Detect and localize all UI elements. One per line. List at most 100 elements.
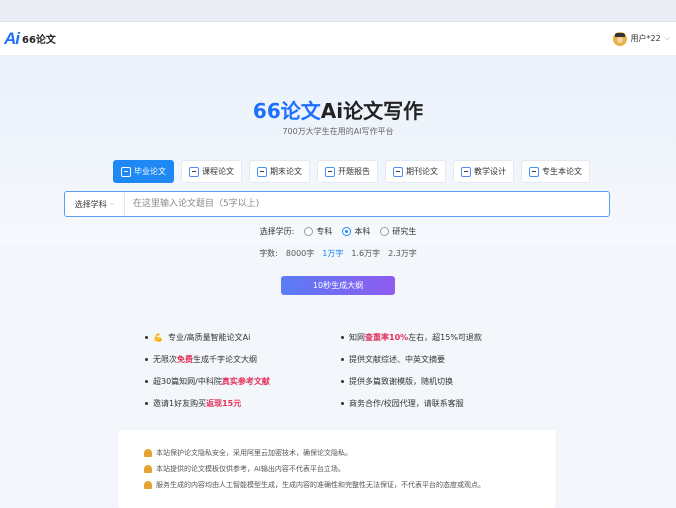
word-option-16000[interactable]: 1.6万字 [351,248,380,259]
bullet [341,402,344,405]
radio-label: 研究生 [392,227,417,236]
chevron-down-icon: ⌵ [664,34,670,42]
bullet [145,336,148,339]
tab-journal-paper[interactable]: 期刊论文 [385,160,446,183]
feature-text: 商务合作/校园代理，请联系客服 [349,399,464,408]
topic-input[interactable] [125,192,609,216]
education-selector: 选择学历: 专科 本科 研究生 [0,226,676,237]
tab-course-paper[interactable]: 课程论文 [181,160,242,183]
word-option-23000[interactable]: 2.3万字 [388,248,417,259]
bullet [145,358,148,361]
education-label: 选择学历: [259,227,295,236]
radio-bachelor[interactable]: 本科 [342,226,370,237]
tab-teaching-design[interactable]: 教学设计 [453,160,514,183]
feature-highlight: 返现15元 [206,399,242,408]
graduation-cap-icon [121,166,131,177]
feature-list: 💪 专业/高质量智能论文Ai 知网查重率10%左右，超15%可退款 无限次免费生成… [145,332,545,409]
top-navbar: Ai 66论文 用户*22 ⌵ [0,22,676,56]
bullet [145,380,148,383]
book-icon [529,166,539,177]
feature-item: 超30篇知网/中科院真实参考文献 [145,376,325,387]
title-brand: 66论文 [252,99,321,123]
report-icon [325,166,335,177]
brand-name: 66论文 [22,35,56,46]
radio-graduate[interactable]: 研究生 [380,226,416,237]
bullet [341,358,344,361]
brand[interactable]: Ai 66论文 [4,29,56,49]
tab-label: 专生本论文 [542,167,582,176]
word-option-8000[interactable]: 8000字 [286,248,314,259]
feature-item: 知网查重率10%左右，超15%可退款 [341,332,541,343]
tab-graduation-paper[interactable]: 毕业论文 [113,160,174,183]
topic-search-bar: 选择学科 ⌵ [64,191,610,217]
feature-text: 超30篇知网/中科院 [153,377,222,386]
radio-label: 专科 [316,227,333,236]
radio-circle [380,227,390,236]
feature-text: 邀请1好友购买 [153,399,207,408]
feature-text: 专业/高质量智能论文Ai [167,333,251,342]
notice-text: 本站保护论文隐私安全，采用阿里云加密技术，确保论文隐私。 [156,449,352,457]
page-title: 66论文Ai论文写作 [0,95,676,124]
logo-icon: Ai [4,28,20,48]
tab-label: 开题报告 [338,167,370,176]
feature-item: 提供多篇致谢模版，随机切换 [341,376,541,387]
username: 用户*22 [630,34,661,43]
bell-icon [144,449,152,457]
user-menu[interactable]: 用户*22 ⌵ [612,31,670,46]
radio-vocational[interactable]: 专科 [304,226,332,237]
tab-upgrade-paper[interactable]: 专生本论文 [521,160,590,183]
list-icon [257,166,267,177]
hero-background [0,56,676,246]
generate-outline-button[interactable]: 10秒生成大纲 [281,276,395,295]
notice-text: 服务生成的内容均由人工智能模型生成，生成内容的准确性和完整性无法保证，不代表平台… [156,481,485,489]
feature-item: 提供文献综述、中英文摘要 [341,354,541,365]
feature-text: 左右，超15%可退款 [408,333,482,342]
document-icon [189,166,199,177]
subject-select-label: 选择学科 [74,199,107,209]
feature-highlight: 真实参考文献 [221,377,270,386]
feature-item: 商务合作/校园代理，请联系客服 [341,398,541,409]
notice-line: 服务生成的内容均由人工智能模型生成，生成内容的准确性和完整性无法保证，不代表平台… [144,480,556,490]
word-count-label: 字数: [259,249,278,258]
tab-label: 课程论文 [202,167,234,176]
notice-panel: 本站保护论文隐私安全，采用阿里云加密技术，确保论文隐私。 本站提供的论文模板仅供… [118,430,556,508]
avatar [612,31,627,46]
bullet [341,336,344,339]
tab-proposal-report[interactable]: 开题报告 [317,160,378,183]
feature-text: 提供多篇致谢模版，随机切换 [349,377,453,386]
page-subtitle: 700万大学生在用的AI写作平台 [282,127,394,136]
tab-label: 期刊论文 [406,167,438,176]
bullet [145,402,148,405]
notice-text: 本站提供的论文模板仅供参考，AI输出内容不代表平台立场。 [156,465,345,473]
notice-line: 本站提供的论文模板仅供参考，AI输出内容不代表平台立场。 [144,464,556,474]
tab-label: 教学设计 [474,167,506,176]
radio-circle-selected [342,227,352,236]
feature-text: 无限次 [153,355,177,364]
paper-type-tabs: 毕业论文 课程论文 期末论文 开题报告 期刊论文 教学设计 专生本论文 [113,160,590,183]
bell-icon [144,481,152,489]
notice-line: 本站保护论文隐私安全，采用阿里云加密技术，确保论文隐私。 [144,448,556,458]
feature-highlight: 免费 [177,355,193,364]
edit-icon [461,166,471,177]
tab-label: 期末论文 [270,167,302,176]
feature-item: 邀请1好友购买返现15元 [145,398,325,409]
word-count-selector: 字数: 8000字 1万字 1.6万字 2.3万字 [0,248,676,259]
feature-item: 无限次免费生成千字论文大纲 [145,354,325,365]
feature-text: 提供文献综述、中英文摘要 [349,355,445,364]
title-rest: Ai论文写作 [320,99,424,123]
bullet [341,380,344,383]
tab-label: 毕业论文 [134,167,166,176]
bell-icon [144,465,152,473]
journal-icon [393,166,403,177]
feature-item: 💪 专业/高质量智能论文Ai [145,332,325,343]
feature-highlight: 查重率10% [365,333,409,342]
subject-select[interactable]: 选择学科 ⌵ [65,192,125,216]
word-option-10000[interactable]: 1万字 [322,248,343,259]
feature-text: 知网 [349,333,365,342]
chevron-down-icon: ⌵ [109,200,115,207]
tab-final-paper[interactable]: 期末论文 [249,160,310,183]
radio-label: 本科 [354,227,371,236]
feature-text: 生成千字论文大纲 [193,355,257,364]
muscle-icon: 💪 [153,333,163,342]
browser-strip [0,0,676,22]
